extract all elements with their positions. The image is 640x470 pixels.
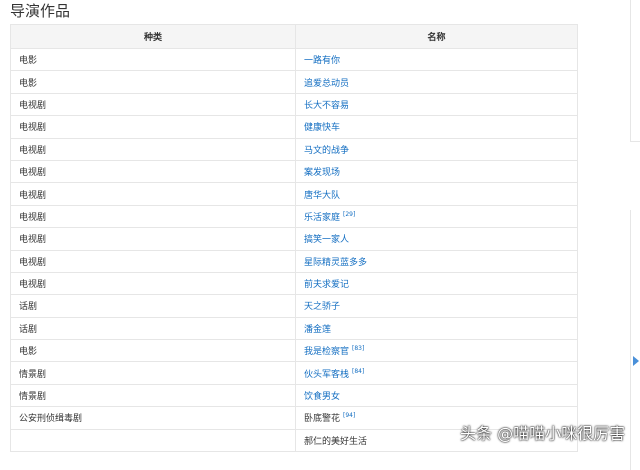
work-name-link[interactable]: 马文的战争: [304, 146, 349, 156]
work-type: [10, 428, 296, 453]
work-type: 电视剧: [10, 204, 296, 229]
work-type: 话剧: [10, 316, 296, 341]
work-type: 电视剧: [10, 137, 296, 161]
work-name-link[interactable]: 健康快车: [304, 123, 340, 133]
work-name-link[interactable]: 乐活家庭: [304, 213, 340, 223]
work-type: 情景剧: [10, 361, 296, 385]
table-row: 情景剧 伙头军客栈 [84]: [10, 361, 578, 385]
works-table: 种类 名称 电影 一路有你 电影 追爱总动员 电视剧 长大不容易 电视剧 健康快车 电视…: [10, 24, 578, 453]
work-type: 情景剧: [10, 383, 296, 408]
work-type: 电视剧: [10, 115, 296, 139]
reference-link[interactable]: [83]: [352, 345, 364, 352]
work-type: 电视剧: [10, 159, 296, 184]
work-type: 电影: [10, 47, 296, 72]
table-row: 电视剧 唐华大队: [10, 182, 578, 206]
table-row: 电视剧 马文的战争: [10, 137, 578, 161]
work-name-link: 郝仁的美好生活: [304, 436, 368, 447]
work-name-cell: 一路有你: [295, 47, 578, 72]
work-name-link[interactable]: 一路有你: [304, 56, 340, 66]
work-type: 电视剧: [10, 227, 296, 251]
table-row: 电视剧 乐活家庭 [29]: [10, 204, 578, 229]
table-row: 电视剧 星际精灵蓝多多: [10, 249, 578, 273]
work-name-cell: 唐华大队: [295, 182, 578, 206]
header-name: 名称: [295, 24, 578, 49]
work-name-link[interactable]: 前夫求爱记: [304, 280, 349, 290]
work-name-link[interactable]: 星际精灵蓝多多: [304, 258, 367, 268]
table-row: 电视剧 案发现场: [10, 159, 578, 184]
work-name-cell: 马文的战争: [295, 137, 578, 161]
section-title: 导演作品: [10, 2, 71, 20]
work-name-link[interactable]: 唐华大队: [304, 191, 340, 201]
table-row: 话剧 天之骄子: [10, 294, 578, 318]
table-row: 电视剧 长大不容易: [10, 92, 578, 117]
work-type: 电视剧: [10, 182, 296, 206]
work-type: 电视剧: [10, 92, 296, 117]
table-row: 电视剧 搞笑一家人: [10, 227, 578, 251]
table-row: 电影 一路有你: [10, 47, 578, 72]
work-name-link[interactable]: 天之骄子: [304, 302, 340, 312]
work-type: 公安刑侦缉毒剧: [10, 406, 296, 430]
work-name-link[interactable]: 潘金莲: [304, 325, 331, 335]
work-name-link: 卧底警花: [304, 414, 341, 425]
work-name-cell: 饮食男女: [295, 383, 578, 408]
work-type: 电影: [10, 339, 296, 363]
work-name-cell: 我是检察官 [83]: [295, 339, 578, 363]
work-name-cell: 搞笑一家人: [295, 227, 578, 251]
work-name-link[interactable]: 追爱总动员: [304, 79, 349, 89]
table-row: 电视剧 前夫求爱记: [10, 271, 578, 296]
work-name-cell: 乐活家庭 [29]: [295, 204, 578, 229]
work-type: 电影: [10, 70, 296, 94]
work-name-cell: 天之骄子: [295, 294, 578, 318]
work-name-cell: 潘金莲: [295, 316, 578, 341]
work-name-link[interactable]: 饮食男女: [304, 392, 340, 402]
work-name-cell: 前夫求爱记: [295, 271, 578, 296]
work-name-cell: 伙头军客栈 [84]: [295, 361, 578, 385]
work-name-cell: 追爱总动员: [295, 70, 578, 94]
work-name-cell: 案发现场: [295, 159, 578, 184]
table-row: 电影 我是检察官 [83]: [10, 339, 578, 363]
side-panel-lower: [630, 210, 640, 470]
work-name-cell: 健康快车: [295, 115, 578, 139]
reference-link[interactable]: [94]: [343, 412, 355, 419]
watermark: 头条 @喵喵小咪很厉害: [460, 424, 626, 443]
expand-arrow-icon[interactable]: [633, 356, 639, 366]
table-row: 话剧 潘金莲: [10, 316, 578, 341]
work-name-cell: 长大不容易: [295, 92, 578, 117]
header-type: 种类: [10, 24, 296, 49]
table-row: 电影 追爱总动员: [10, 70, 578, 94]
work-name-link[interactable]: 伙头军客栈: [304, 370, 349, 380]
work-name-link[interactable]: 案发现场: [304, 168, 340, 178]
table-row: 电视剧 健康快车: [10, 115, 578, 139]
work-name-link[interactable]: 搞笑一家人: [304, 235, 349, 245]
reference-link[interactable]: [29]: [343, 211, 355, 218]
reference-link[interactable]: [84]: [352, 368, 364, 375]
work-name-link[interactable]: 长大不容易: [304, 101, 349, 111]
work-name-cell: 星际精灵蓝多多: [295, 249, 578, 273]
table-row: 情景剧 饮食男女: [10, 383, 578, 408]
side-panel: [630, 0, 640, 142]
work-type: 电视剧: [10, 271, 296, 296]
work-type: 电视剧: [10, 249, 296, 273]
work-type: 话剧: [10, 294, 296, 318]
work-name-link[interactable]: 我是检察官: [304, 347, 349, 357]
